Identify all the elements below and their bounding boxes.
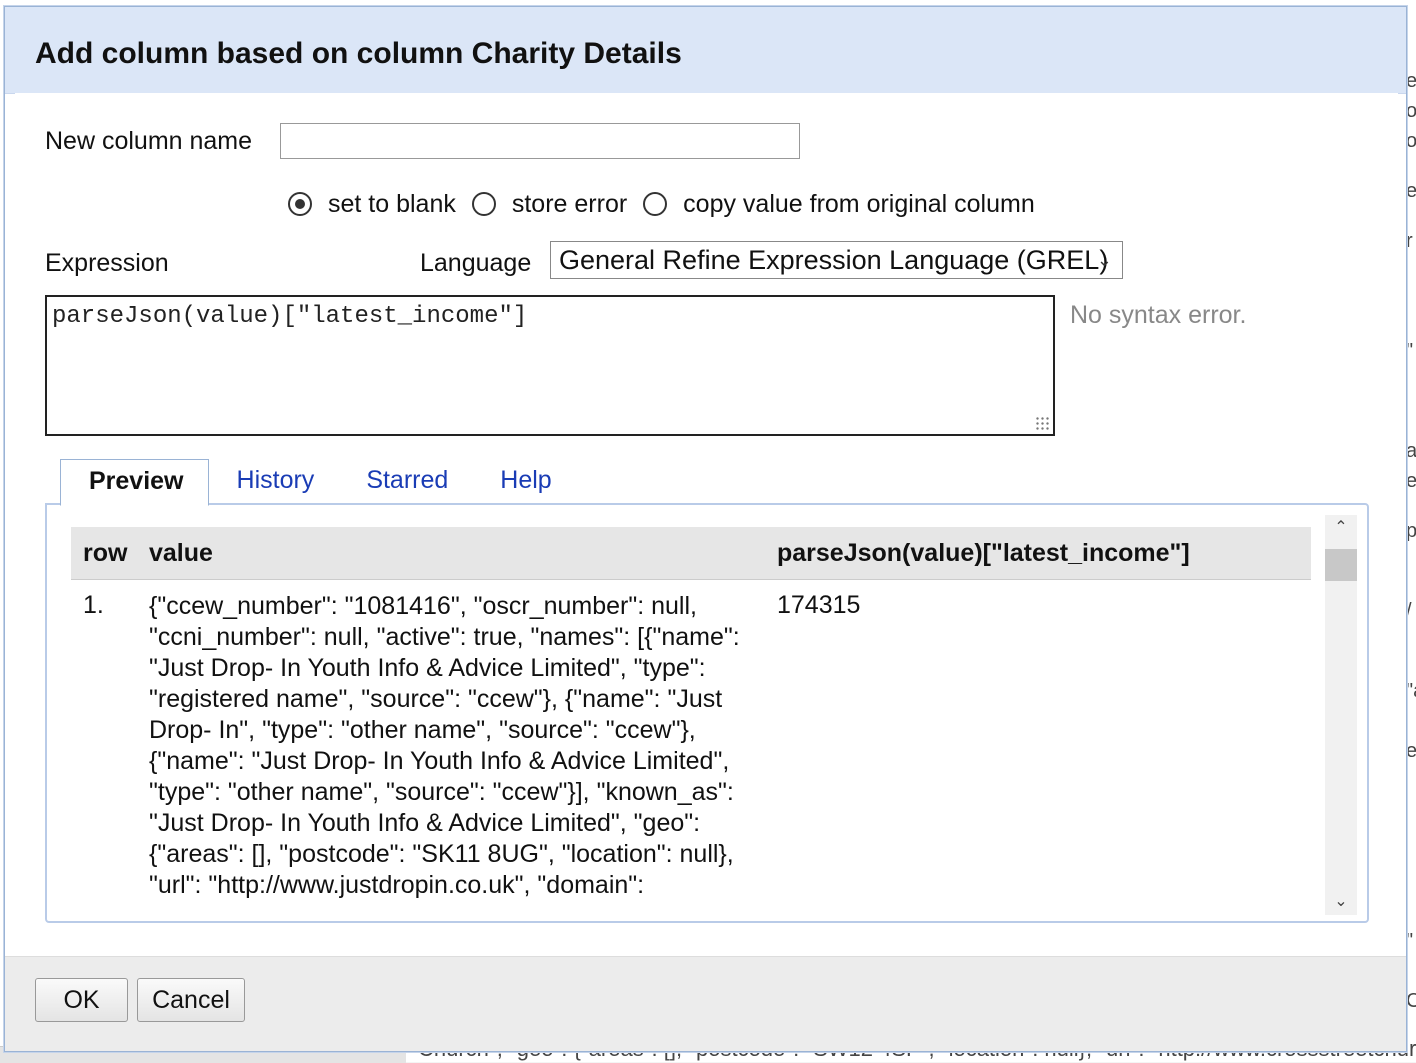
language-select-value: General Refine Expression Language (GREL… (559, 245, 1109, 275)
expression-text: parseJson(value)["latest_income"] (52, 303, 528, 330)
radio-copy-value[interactable] (643, 192, 668, 216)
tab-help[interactable]: Help (472, 459, 575, 503)
preview-table[interactable]: row value parseJson(value)["latest_incom… (71, 527, 1311, 917)
header-result: parseJson(value)["latest_income"] (777, 539, 1190, 567)
preview-table-header: row value parseJson(value)["latest_incom… (71, 527, 1311, 580)
expression-label: Expression (45, 249, 169, 277)
preview-scrollbar[interactable]: ⌃ ⌄ (1325, 515, 1357, 915)
on-error-options: set to blank store error copy value from… (288, 189, 1051, 219)
header-value: value (149, 539, 213, 567)
option-copy-value-label: copy value from original column (683, 189, 1035, 218)
ok-button[interactable]: OK (35, 978, 128, 1022)
option-set-to-blank-label: set to blank (328, 189, 456, 218)
expression-tabs: Preview History Starred Help (60, 459, 576, 506)
option-store-error-label: store error (511, 189, 628, 218)
dialog-footer: OK Cancel (5, 956, 1406, 1051)
expression-textarea[interactable]: parseJson(value)["latest_income"] (45, 295, 1055, 436)
language-label: Language (420, 249, 532, 277)
new-column-name-label: New column name (45, 127, 253, 155)
radio-store-error[interactable] (471, 192, 496, 216)
resize-handle-icon[interactable] (1035, 416, 1049, 430)
scroll-down-icon[interactable]: ⌄ (1325, 889, 1357, 915)
dialog-title: Add column based on column Charity Detai… (35, 37, 682, 70)
preview-panel: row value parseJson(value)["latest_incom… (45, 503, 1369, 923)
tab-history[interactable]: History (209, 459, 339, 503)
dialog-body: New column name set to blank store error… (15, 93, 1398, 957)
tab-preview[interactable]: Preview (60, 459, 209, 506)
header-row: row (83, 539, 128, 567)
row-number: 1. (83, 591, 104, 619)
chevron-down-icon: ⌄ (1096, 250, 1112, 270)
syntax-status: No syntax error. (1070, 301, 1247, 329)
scroll-up-icon[interactable]: ⌃ (1325, 515, 1357, 541)
cancel-button[interactable]: Cancel (137, 978, 245, 1022)
tab-starred[interactable]: Starred (338, 459, 472, 503)
option-copy-value[interactable]: copy value from original column (643, 190, 1035, 219)
language-select[interactable]: General Refine Expression Language (GREL… (550, 241, 1123, 279)
option-store-error[interactable]: store error (471, 189, 628, 219)
row-value: {"ccew_number": "1081416", "oscr_number"… (149, 592, 740, 899)
add-column-dialog: Add column based on column Charity Detai… (4, 6, 1407, 1052)
option-set-to-blank[interactable]: set to blank (288, 190, 456, 219)
row-result: 174315 (777, 591, 861, 619)
radio-set-to-blank[interactable] (288, 192, 312, 216)
dialog-header[interactable]: Add column based on column Charity Detai… (5, 7, 1406, 94)
new-column-name-input[interactable] (280, 123, 800, 159)
scroll-thumb[interactable] (1325, 549, 1357, 581)
